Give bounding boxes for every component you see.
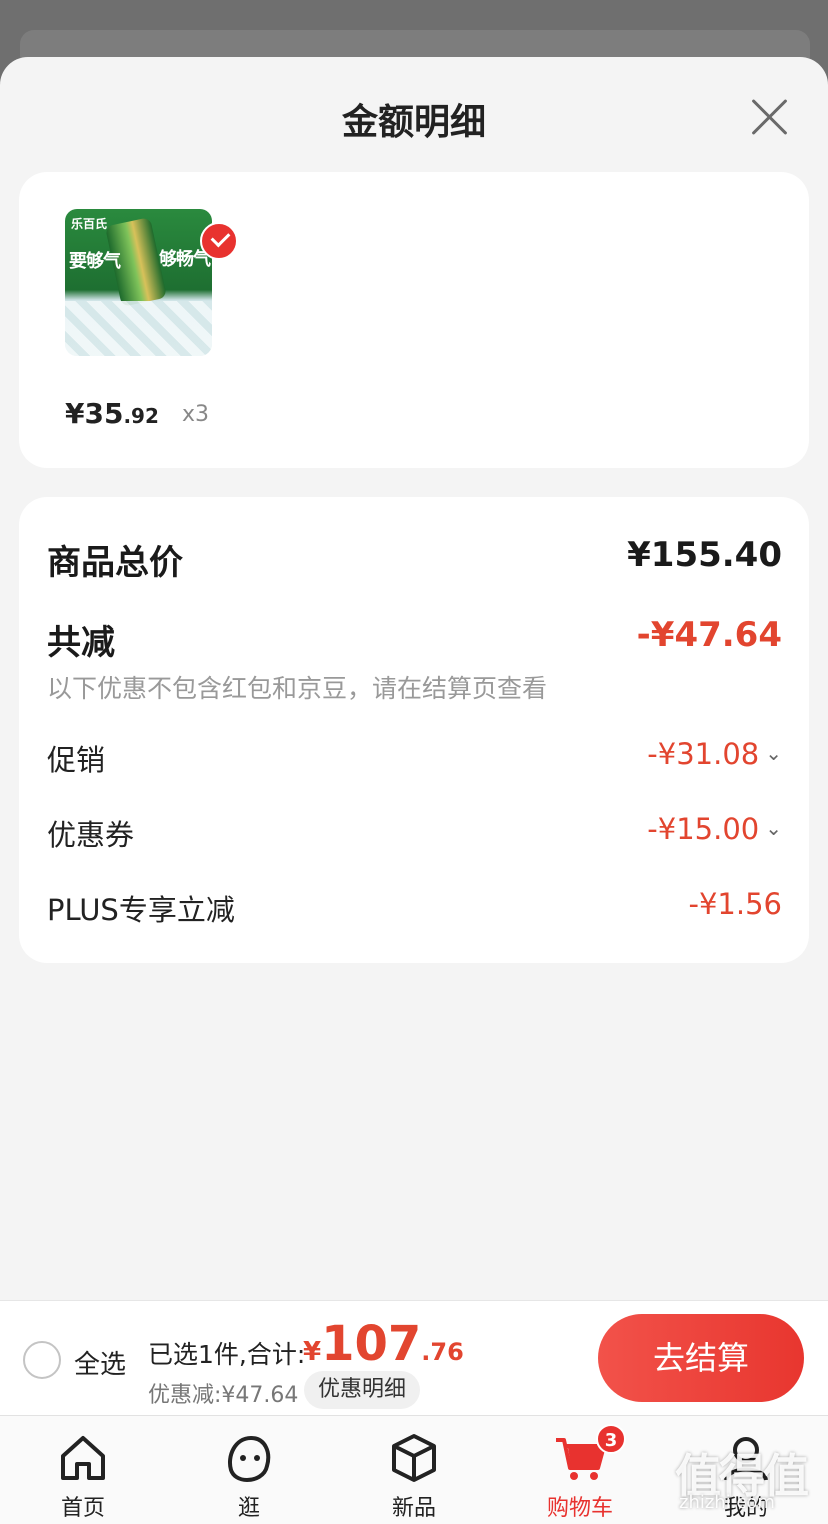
coupon-value-wrap: -¥15.00 ⌄ <box>647 812 782 846</box>
promotion-value-wrap: -¥31.08 ⌄ <box>647 737 782 771</box>
coupon-value: -¥15.00 <box>647 812 760 846</box>
total-integer: 107 <box>321 1316 422 1372</box>
tab-cart[interactable]: 3 购物车 <box>520 1416 640 1524</box>
product-brand: 乐百氏 <box>71 217 108 231</box>
reduction-label: 共减 <box>47 623 115 663</box>
select-all-radio[interactable] <box>23 1341 61 1379</box>
checkout-bar: 全选 已选1件,合计: ¥107.76 优惠减:¥47.64 优惠明细 去结算 <box>0 1300 828 1415</box>
home-icon <box>61 1436 105 1480</box>
promotion-label: 促销 <box>47 743 106 777</box>
product-price-dec: .92 <box>123 404 159 428</box>
tab-browse-label: 逛 <box>237 1496 260 1521</box>
face-icon <box>228 1435 271 1483</box>
plus-discount-value: -¥1.56 <box>688 887 783 921</box>
checkout-button[interactable]: 去结算 <box>598 1314 804 1402</box>
selected-check-icon[interactable] <box>200 222 238 260</box>
total-label: 商品总价 <box>47 543 183 583</box>
product-price-int: ¥35 <box>65 397 124 430</box>
cube-icon <box>392 1434 436 1482</box>
price-detail-card: 商品总价 ¥155.40 共减 -¥47.64 以下优惠不包含红包和京豆，请在结… <box>19 497 809 963</box>
product-quantity: x3 <box>182 402 210 427</box>
discount-summary: 优惠减:¥47.64 <box>148 1383 299 1408</box>
tab-browse[interactable]: 逛 <box>189 1416 309 1524</box>
discount-detail-button[interactable]: 优惠明细 <box>304 1371 420 1409</box>
cart-count-badge: 3 <box>596 1424 626 1454</box>
watermark-domain: zhizhi.com <box>679 1492 775 1513</box>
site-watermark: 值得值 zhizhi.com <box>675 1440 825 1520</box>
tab-cart-label: 购物车 <box>546 1496 613 1521</box>
tab-home[interactable]: 首页 <box>23 1416 143 1524</box>
chevron-down-icon[interactable]: ⌄ <box>765 741 782 765</box>
select-all-label[interactable]: 全选 <box>74 1344 126 1381</box>
coupon-label: 优惠券 <box>47 818 135 852</box>
discount-note: 以下优惠不包含红包和京豆，请在结算页查看 <box>47 674 548 703</box>
tab-new-label: 新品 <box>391 1496 436 1521</box>
product-image-text-left: 要够气 <box>69 251 121 272</box>
reduction-value: -¥47.64 <box>636 615 782 655</box>
product-card: 乐百氏 要够气 够畅气 ¥35.92 x3 <box>19 172 809 468</box>
ice-graphic <box>65 301 212 356</box>
total-value: ¥155.40 <box>627 535 782 575</box>
total-currency: ¥ <box>303 1337 322 1367</box>
plus-discount-label: PLUS专享立减 <box>47 893 235 927</box>
selected-summary: 已选1件,合计: <box>148 1340 306 1369</box>
tab-new[interactable]: 新品 <box>354 1416 474 1524</box>
chevron-down-icon[interactable]: ⌄ <box>765 816 782 840</box>
sheet-title: 金额明细 <box>341 102 486 143</box>
total-amount: ¥107.76 <box>303 1316 464 1372</box>
product-price: ¥35.92 <box>65 397 159 430</box>
tab-home-label: 首页 <box>60 1496 105 1521</box>
close-icon[interactable] <box>746 93 794 141</box>
promotion-value: -¥31.08 <box>647 737 760 771</box>
total-decimal: .76 <box>421 1338 464 1366</box>
product-image[interactable]: 乐百氏 要够气 够畅气 <box>65 209 212 356</box>
